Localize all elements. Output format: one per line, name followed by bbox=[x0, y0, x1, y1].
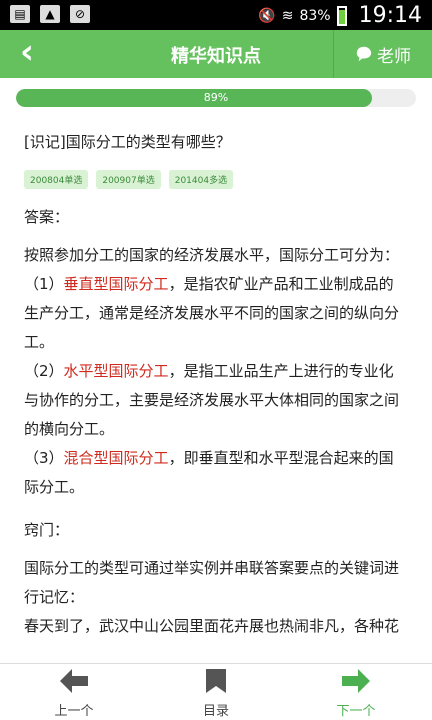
no-photo-icon: ⊘ bbox=[70, 5, 90, 23]
answer-item: （3）混合型国际分工，即垂直型和水平型混合起来的国 bbox=[24, 449, 394, 467]
status-bar: ▤ ▲ ⊘ 🔇 ≋ 83% 19:14 bbox=[0, 0, 432, 30]
chat-bubble-icon bbox=[356, 46, 372, 62]
menu-button[interactable]: 目录 bbox=[166, 668, 266, 719]
mute-icon: 🔇 bbox=[258, 7, 276, 24]
teacher-label: 老师 bbox=[377, 46, 411, 67]
answer-label: 答案： bbox=[24, 208, 70, 226]
content-area: [识记]国际分工的类型有哪些？ 200804单选 200907单选 201404… bbox=[24, 128, 408, 641]
prev-button[interactable]: 上一个 bbox=[24, 668, 124, 719]
progress-bar: 89% bbox=[16, 89, 416, 107]
arrow-right-icon bbox=[342, 669, 370, 693]
term-vertical: 垂直型国际分工 bbox=[63, 275, 169, 293]
answer-intro: 按照参加分工的国家的经济发展水平，国际分工可分为： bbox=[24, 246, 400, 264]
arrow-left-icon bbox=[60, 669, 88, 693]
wifi-icon: ≋ bbox=[281, 7, 294, 24]
title-bar: ‹ 精华知识点 老师 bbox=[0, 30, 432, 78]
battery-percent: 83% bbox=[299, 7, 331, 24]
tips-text: 国际分工的类型可通过举实例并串联答案要点的关键词进 行记忆： 春天到了，武汉中山… bbox=[24, 559, 400, 635]
answer-item: （2）水平型国际分工，是指工业品生产上进行的专业化 bbox=[24, 362, 394, 380]
tag-list: 200804单选 200907单选 201404多选 bbox=[24, 170, 408, 189]
bottom-nav: 上一个 目录 下一个 bbox=[0, 663, 432, 720]
bookmark-icon bbox=[206, 669, 226, 693]
answer-text: 按照参加分工的国家的经济发展水平，国际分工可分为： （1）垂直型国际分工，是指农… bbox=[24, 241, 408, 502]
term-horizontal: 水平型国际分工 bbox=[63, 362, 169, 380]
tag: 201404多选 bbox=[168, 170, 234, 189]
question-text: [识记]国际分工的类型有哪些？ bbox=[24, 133, 231, 151]
teacher-button[interactable]: 老师 bbox=[333, 30, 432, 78]
tag: 200804单选 bbox=[24, 170, 89, 189]
answer-item: （1）垂直型国际分工，是指农矿业产品和工业制成品的 bbox=[24, 275, 394, 293]
message-icon: ▤ bbox=[10, 5, 30, 23]
tips-label: 窍门： bbox=[24, 521, 70, 539]
tag: 200907单选 bbox=[96, 170, 161, 189]
next-button[interactable]: 下一个 bbox=[306, 668, 406, 719]
clock: 19:14 bbox=[358, 3, 422, 28]
term-mixed: 混合型国际分工 bbox=[63, 449, 169, 467]
image-icon: ▲ bbox=[40, 5, 60, 23]
progress-label: 89% bbox=[203, 91, 229, 104]
battery-icon bbox=[336, 5, 347, 26]
